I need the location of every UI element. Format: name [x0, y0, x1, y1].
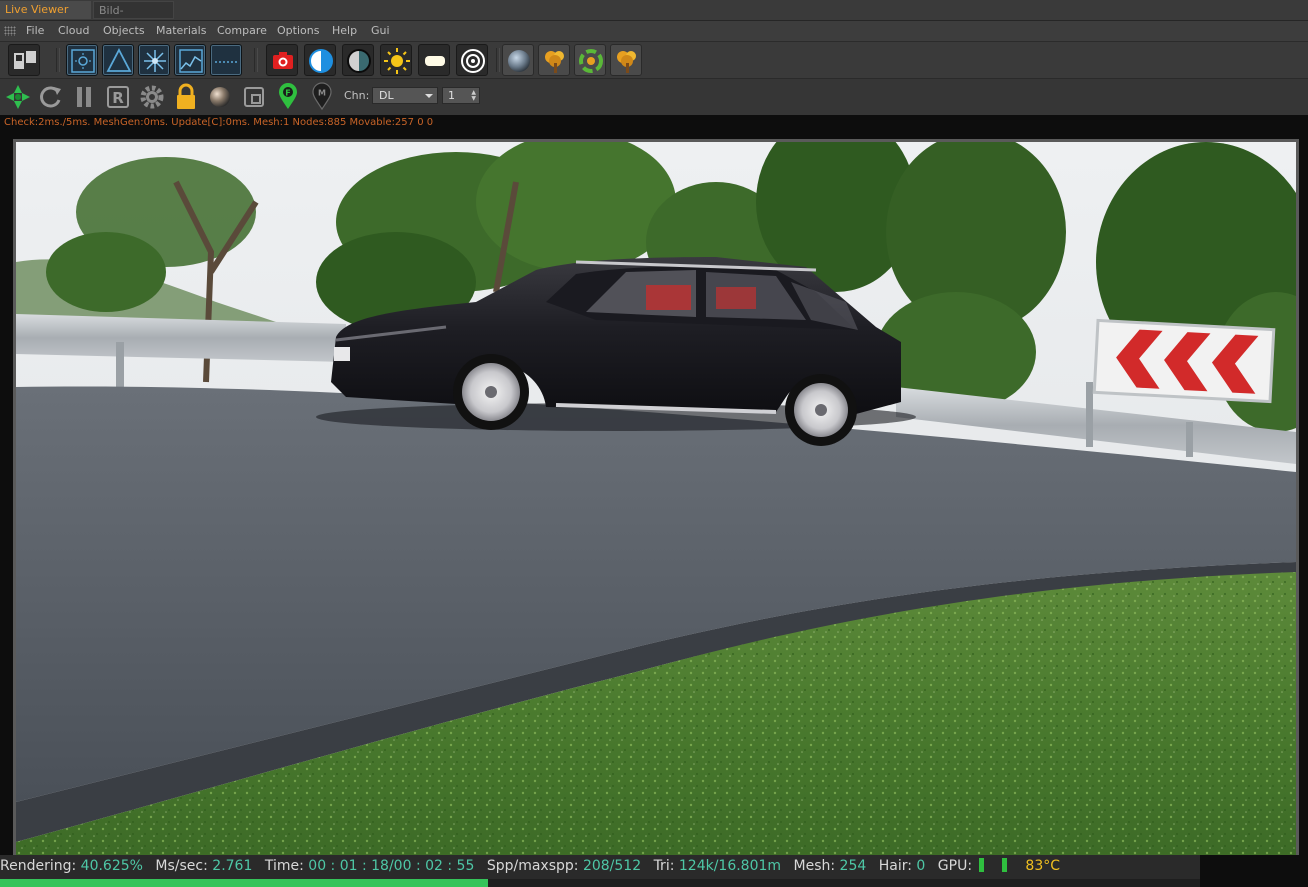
gpu-temperature: 83°C — [1025, 858, 1060, 874]
light-bar-icon[interactable] — [418, 44, 450, 76]
menu-cloud[interactable]: Cloud — [58, 21, 89, 41]
hair-value: 0 — [916, 858, 926, 874]
menu-compare[interactable]: Compare — [217, 21, 267, 41]
stats-line: Check:2ms./5ms. MeshGen:0ms. Update[C]:0… — [4, 117, 434, 128]
camera-icon[interactable] — [266, 44, 298, 76]
gpu-label: GPU: — [937, 858, 973, 874]
sun-icon[interactable] — [380, 44, 412, 76]
tree-object-2-icon[interactable] — [610, 44, 642, 76]
refresh-icon[interactable] — [34, 81, 66, 113]
render-progress-fill — [0, 879, 488, 887]
settings-sun-icon[interactable] — [66, 44, 98, 76]
status-bar: Rendering: 40.625% Ms/sec: 2.761 Time: 0… — [0, 855, 1200, 879]
tri-value: 124k/16.801m — [678, 858, 782, 874]
render-image — [16, 142, 1296, 862]
tab-bild-manager[interactable]: Bild-Manager — [93, 1, 174, 35]
mesh-value: 254 — [839, 858, 867, 874]
mspersec-value: 2.761 — [212, 858, 253, 874]
channel-label: Chn: — [344, 89, 370, 102]
bottom-corner — [1200, 855, 1308, 887]
menu-file[interactable]: File — [26, 21, 44, 41]
grip-icon[interactable] — [4, 26, 16, 36]
menu-objects[interactable]: Objects — [103, 21, 145, 41]
region-render-icon[interactable] — [8, 44, 40, 76]
lock-icon[interactable] — [170, 81, 202, 113]
toolbar-main — [0, 42, 1308, 79]
svg-text:F: F — [285, 89, 290, 98]
contrast-half-icon[interactable] — [304, 44, 336, 76]
tab-bar: Live Viewer 3.08 Bild-Manager — [0, 0, 1308, 35]
menu-options[interactable]: Options — [277, 21, 319, 41]
time-label: Time: — [264, 858, 304, 874]
tri-label: Tri: — [653, 858, 675, 874]
time-value: 00 : 01 : 18/00 : 02 : 55 — [308, 858, 475, 874]
rendering-label: Rendering: — [0, 858, 77, 874]
rendering-value: 40.625% — [80, 858, 143, 874]
pause-icon[interactable] — [68, 81, 100, 113]
number-value: 1 — [448, 89, 455, 102]
chevron-down-icon — [425, 94, 433, 98]
contrast-half-dark-icon[interactable] — [342, 44, 374, 76]
toolbar-render: R F M — [0, 79, 1308, 115]
menu-help[interactable]: Help — [332, 21, 357, 41]
spp-value: 208/512 — [582, 858, 642, 874]
gpu-bar-2 — [1001, 858, 1007, 872]
focus-pin-icon[interactable]: F — [272, 81, 304, 113]
target-icon[interactable] — [456, 44, 488, 76]
render-start-icon[interactable] — [2, 81, 34, 113]
tree-object-icon[interactable] — [538, 44, 570, 76]
tab-live-viewer[interactable]: Live Viewer 3.08 — [0, 1, 91, 34]
material-ball-icon[interactable] — [204, 81, 236, 113]
menu-bar: File Cloud Objects Materials Compare Opt… — [0, 21, 1308, 42]
spp-label: Spp/maxspp: — [486, 858, 579, 874]
histogram-icon[interactable] — [174, 44, 206, 76]
channel-value: DL — [379, 89, 394, 102]
menu-materials[interactable]: Materials — [156, 21, 206, 41]
menu-gui[interactable]: Gui — [371, 21, 390, 41]
sparkle-icon[interactable] — [138, 44, 170, 76]
render-viewport[interactable] — [16, 142, 1296, 862]
dotted-line-icon[interactable] — [210, 44, 242, 76]
render-progress-bar — [0, 879, 1200, 887]
svg-text:R: R — [112, 89, 124, 107]
channel-select[interactable]: DL — [372, 87, 438, 104]
crop-icon[interactable] — [238, 81, 270, 113]
sphere-material-icon[interactable] — [502, 44, 534, 76]
number-spinner[interactable]: 1 ▲ ▼ — [442, 87, 480, 104]
recycle-tree-icon[interactable] — [574, 44, 606, 76]
spin-arrows-icon[interactable]: ▲ ▼ — [471, 90, 476, 102]
triangle-mesh-icon[interactable] — [102, 44, 134, 76]
gpu-bar-1 — [978, 858, 984, 872]
material-pin-icon[interactable]: M — [306, 81, 338, 113]
mspersec-label: Ms/sec: — [155, 858, 208, 874]
hair-label: Hair: — [878, 858, 912, 874]
r-region-icon[interactable]: R — [102, 81, 134, 113]
gear-icon[interactable] — [136, 81, 168, 113]
mesh-label: Mesh: — [793, 858, 836, 874]
svg-text:M: M — [318, 89, 326, 98]
